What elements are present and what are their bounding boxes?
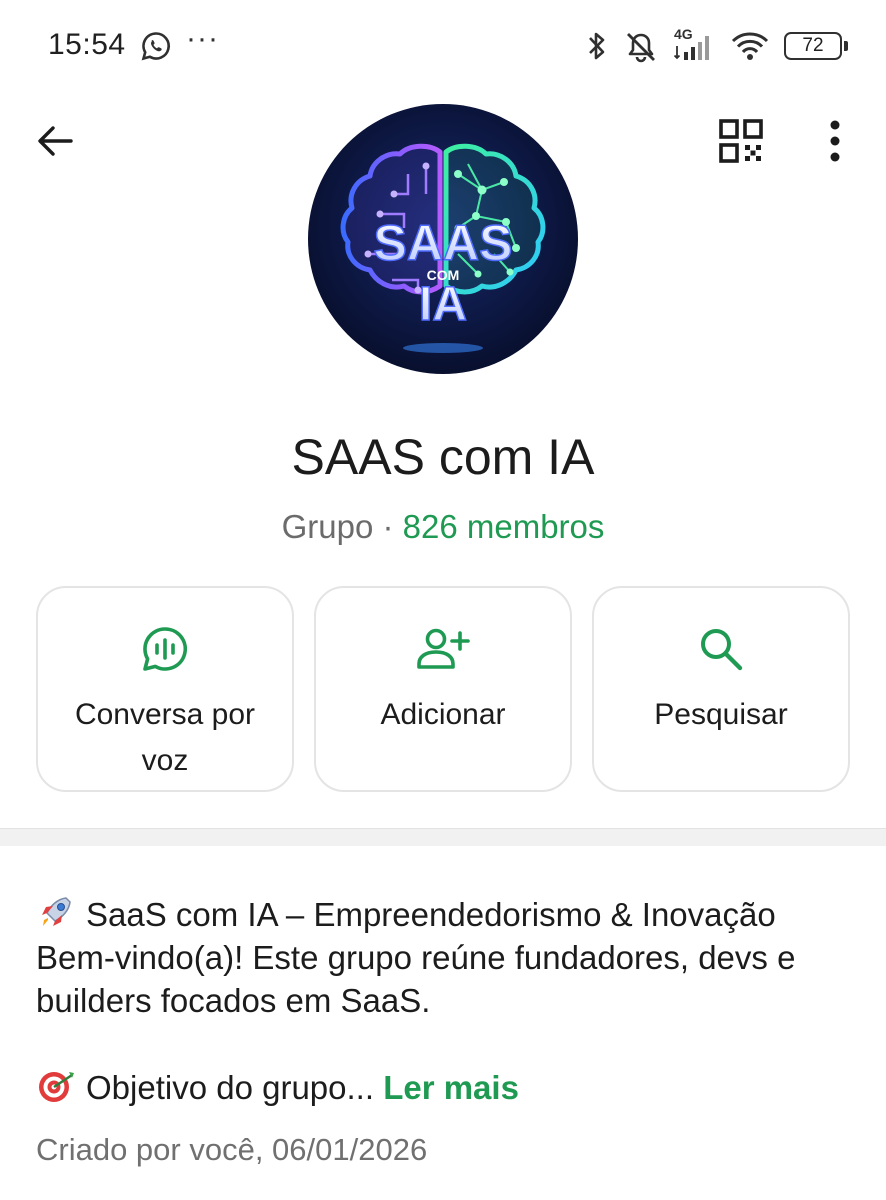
group-avatar[interactable]: SAAS COM IA [308, 104, 578, 374]
group-description[interactable]: SaaS com IA – Empreendedorismo & Inovaçã… [36, 892, 866, 1109]
more-options-button[interactable] [812, 116, 858, 166]
created-by-label: Criado por você, 06/01/2026 [36, 1132, 428, 1167]
action-buttons: Conversa por voz Adicionar Pesquisar [36, 586, 850, 792]
more-vert-icon [830, 120, 840, 162]
meta-separator: · [382, 508, 394, 545]
description-line-4: Objetivo do grupo... [86, 1069, 375, 1106]
add-participant-button[interactable]: Adicionar [314, 586, 572, 792]
qr-code-button[interactable] [716, 116, 766, 166]
group-meta: Grupo · 826 membros [0, 508, 886, 546]
voice-chat-button[interactable]: Conversa por voz [36, 586, 294, 792]
logo-text-saas: SAAS [374, 215, 513, 271]
search-icon [694, 622, 748, 676]
add-participant-label: Adicionar [380, 698, 506, 731]
voice-chat-icon [138, 622, 192, 676]
search-button[interactable]: Pesquisar [592, 586, 850, 792]
read-more-link[interactable]: Ler mais [383, 1069, 519, 1106]
saas-com-ia-logo: SAAS COM IA [308, 104, 578, 374]
description-line-1: SaaS com IA – Empreendedorismo & Inovaçã… [86, 896, 776, 933]
back-arrow-icon [38, 126, 73, 156]
target-dart-icon [36, 1065, 76, 1105]
description-line-3: builders focados em SaaS. [36, 982, 431, 1019]
group-name: SAAS com IA [291, 429, 595, 485]
more-notifications-dots: ··· [186, 22, 219, 55]
whatsapp-icon [140, 30, 172, 62]
qr-code-icon [719, 119, 763, 163]
add-person-icon [416, 622, 470, 676]
rocket-icon [36, 892, 76, 932]
voice-chat-label: Conversa por voz [74, 698, 256, 777]
status-bar: 15:54 ··· 4G 72 [0, 0, 886, 92]
battery-level: 72 [802, 35, 824, 56]
status-time: 15:54 [48, 28, 126, 61]
member-count-link[interactable]: 826 membros [403, 508, 605, 545]
logo-text-ia: IA [419, 278, 467, 331]
wifi-icon [730, 30, 770, 62]
battery-icon: 72 [784, 32, 848, 60]
cellular-signal-icon: 4G [674, 26, 716, 64]
muted-bell-icon [622, 28, 660, 64]
group-kind: Grupo [281, 508, 374, 545]
search-label: Pesquisar [654, 698, 788, 731]
back-button[interactable] [30, 116, 80, 166]
status-icons: 4G 72 [586, 26, 848, 66]
section-divider [0, 828, 886, 846]
description-line-2: Bem-vindo(a)! Este grupo reúne fundadore… [36, 939, 796, 976]
bluetooth-icon [586, 29, 608, 63]
